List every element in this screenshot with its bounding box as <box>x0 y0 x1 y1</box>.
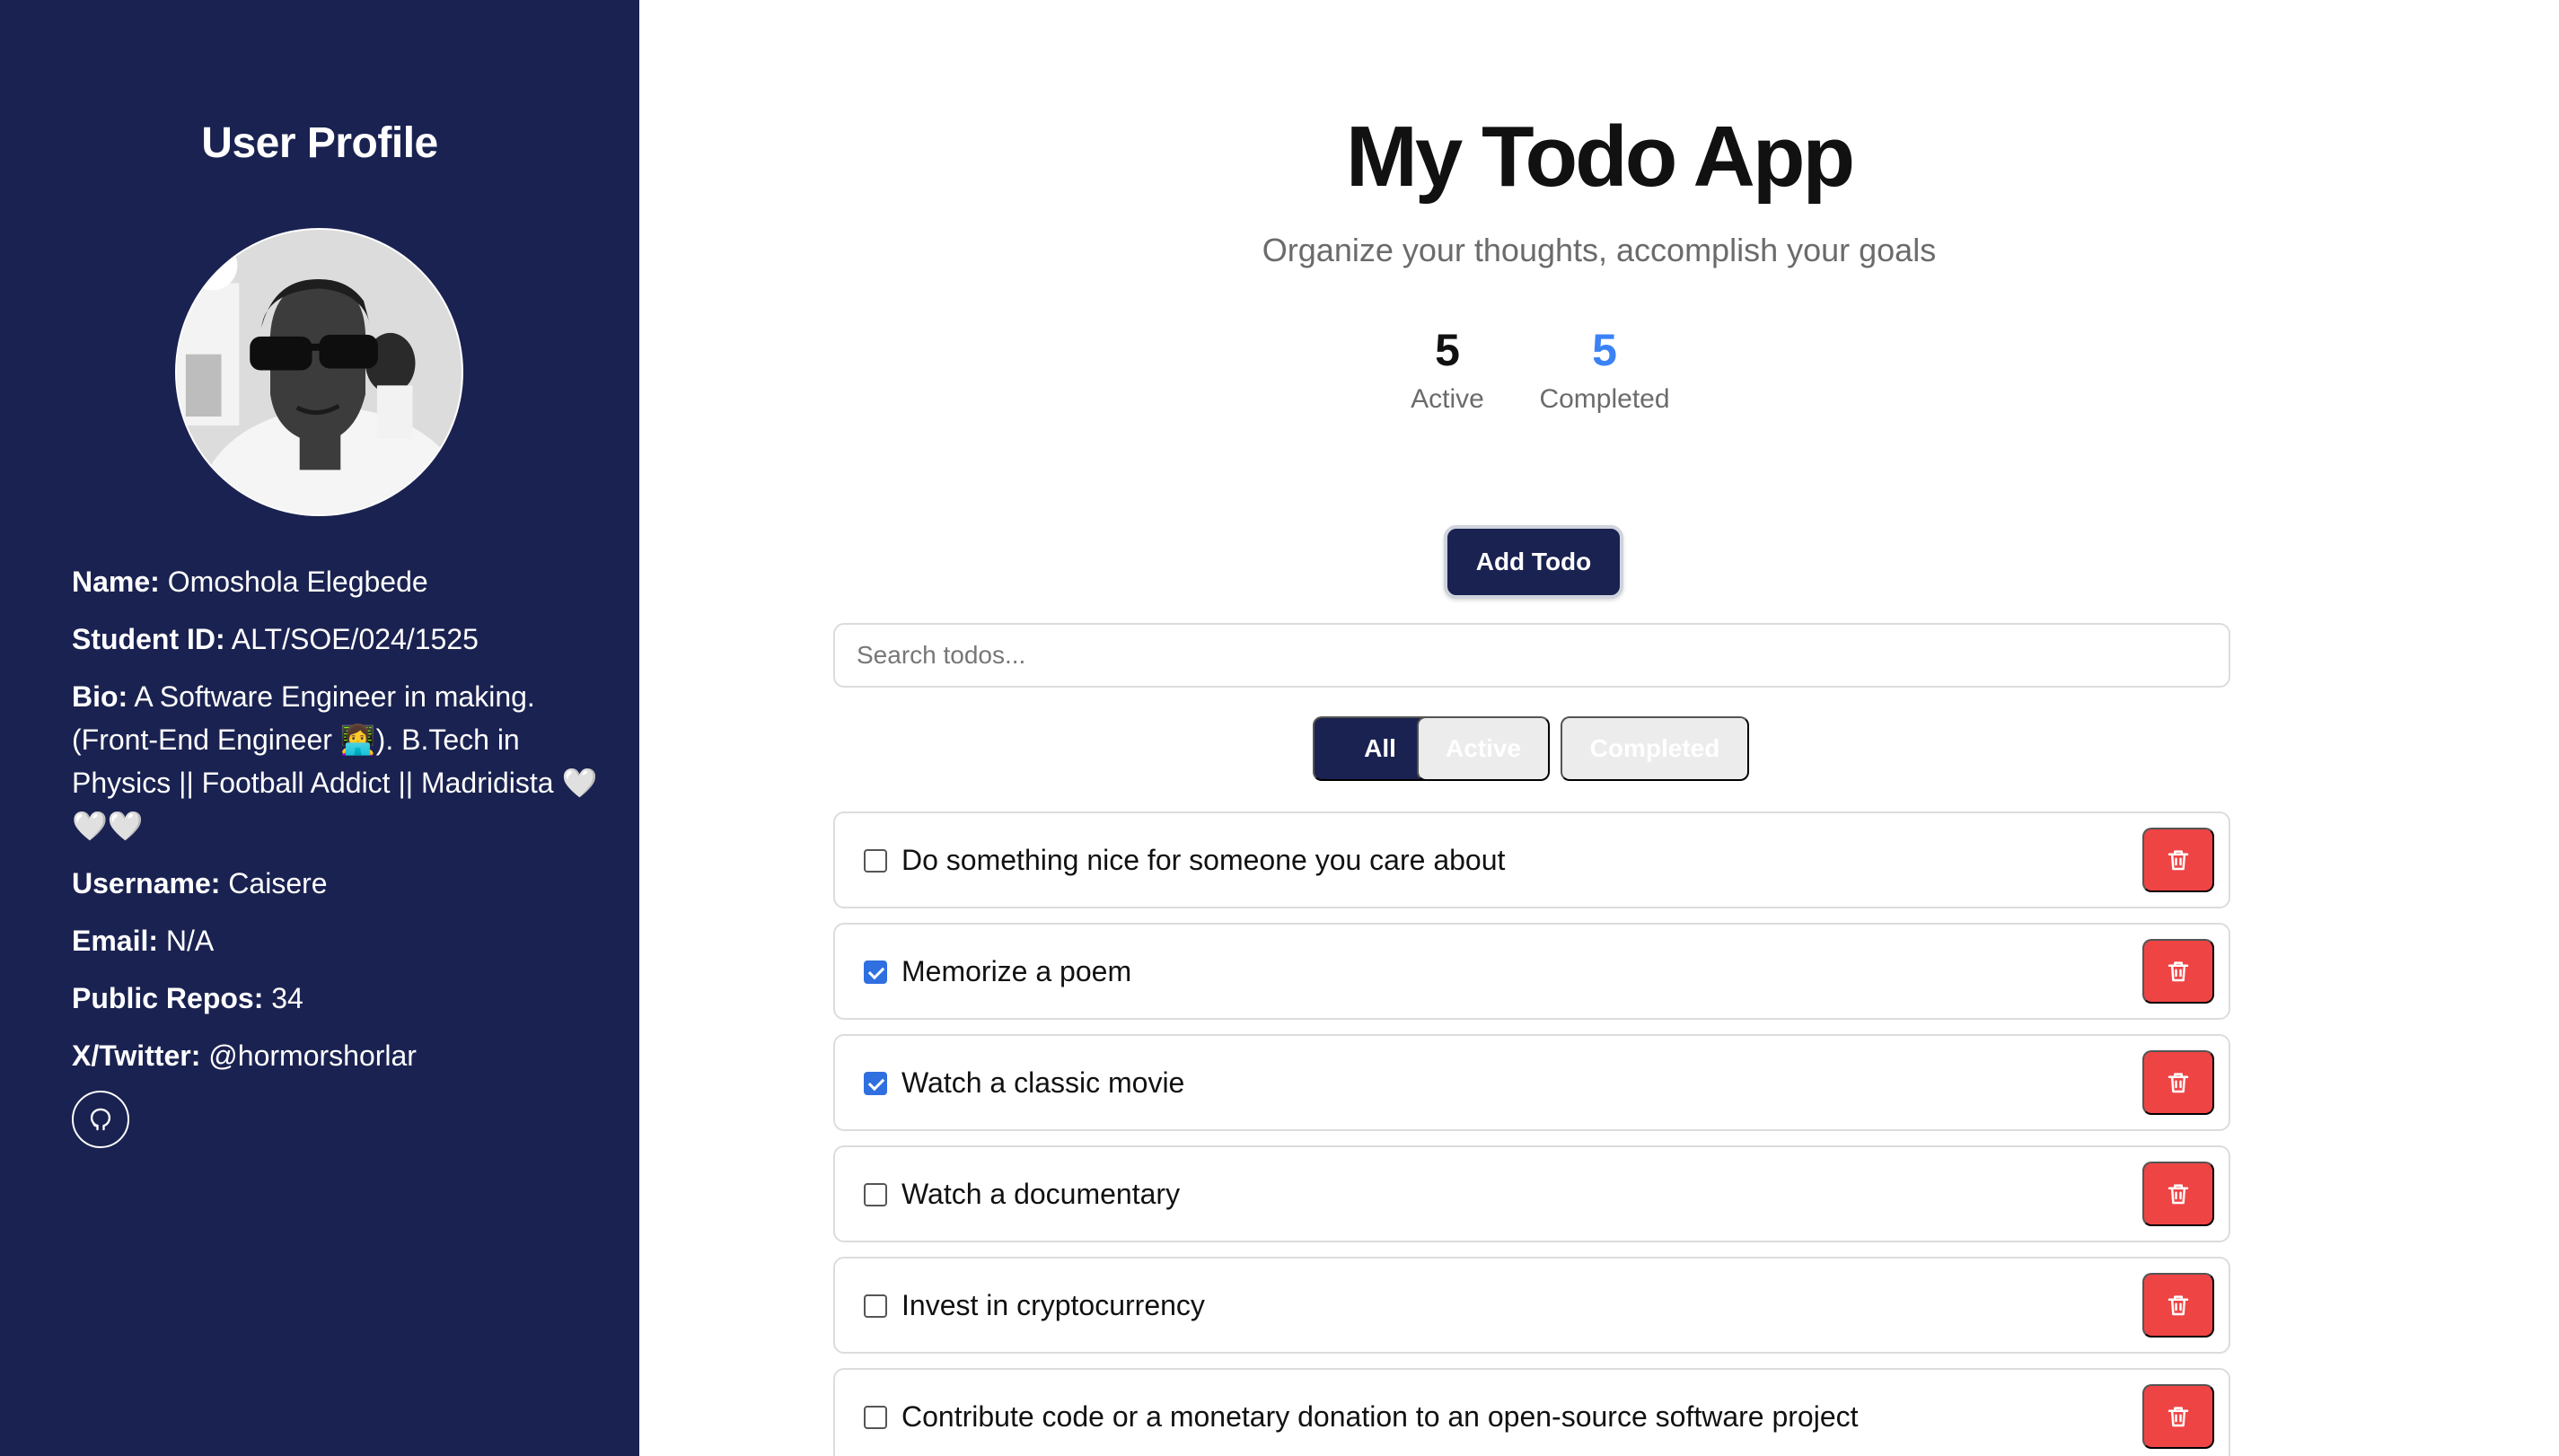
profile-username: Username: Caisere <box>72 862 611 905</box>
todo-list: Do something nice for someone you care a… <box>833 811 2230 1456</box>
page-title: My Todo App <box>1345 109 1855 205</box>
delete-todo-button[interactable] <box>2142 1384 2214 1449</box>
github-icon <box>90 1108 111 1131</box>
todo-checkbox[interactable] <box>864 1294 887 1318</box>
sidebar-title: User Profile <box>201 119 438 167</box>
completed-count: 5 <box>1592 325 1617 375</box>
trash-icon <box>2168 850 2189 871</box>
trash-icon <box>2168 1295 2189 1316</box>
profile-name-label: Name: <box>72 566 160 598</box>
trash-icon <box>2168 1407 2189 1427</box>
todo-item: Watch a documentary <box>833 1145 2230 1242</box>
todo-text: Invest in cryptocurrency <box>901 1289 1205 1321</box>
profile-twitter-value: @hormorshorlar <box>208 1039 417 1072</box>
delete-todo-button[interactable] <box>2142 1273 2214 1338</box>
search-input[interactable] <box>833 623 2230 688</box>
delete-todo-button[interactable] <box>2142 828 2214 892</box>
todo-checkbox[interactable] <box>864 960 887 984</box>
delete-todo-button[interactable] <box>2142 1050 2214 1115</box>
todo-text: Do something nice for someone you care a… <box>901 844 1506 876</box>
todo-item: Invest in cryptocurrency <box>833 1257 2230 1354</box>
profile-twitter: X/Twitter: @hormorshorlar <box>72 1034 611 1077</box>
todo-text: Contribute code or a monetary donation t… <box>901 1400 1859 1433</box>
active-count: 5 <box>1435 325 1460 375</box>
filter-active-button[interactable]: Active <box>1417 716 1550 781</box>
github-link-button[interactable] <box>72 1091 129 1148</box>
page-subtitle: Organize your thoughts, accomplish your … <box>1262 232 1937 268</box>
profile-bio-label: Bio: <box>72 680 128 713</box>
profile-student-id: Student ID: ALT/SOE/024/1525 <box>72 618 611 661</box>
todo-item: Watch a classic movie <box>833 1034 2230 1131</box>
avatar <box>175 228 463 516</box>
todo-checkbox[interactable] <box>864 1072 887 1095</box>
todo-item: Contribute code or a monetary donation t… <box>833 1368 2230 1456</box>
completed-label: Completed <box>1539 384 1670 414</box>
avatar-image <box>177 230 462 514</box>
todo-checkbox[interactable] <box>864 1183 887 1206</box>
delete-todo-button[interactable] <box>2142 939 2214 1004</box>
profile-student-id-value: ALT/SOE/024/1525 <box>231 623 479 655</box>
add-todo-button[interactable]: Add Todo <box>1444 525 1623 599</box>
todo-checkbox[interactable] <box>864 1406 887 1429</box>
trash-icon <box>2168 961 2189 982</box>
todo-text: Memorize a poem <box>901 955 1132 987</box>
profile-email: Email: N/A <box>72 919 611 962</box>
delete-todo-button[interactable] <box>2142 1162 2214 1226</box>
profile-bio: Bio: A Software Engineer in making. (Fro… <box>72 675 611 847</box>
todo-item: Do something nice for someone you care a… <box>833 811 2230 908</box>
todo-text: Watch a documentary <box>901 1178 1181 1210</box>
profile-public-repos-label: Public Repos: <box>72 982 264 1014</box>
trash-icon <box>2168 1073 2189 1093</box>
profile-sidebar: User Profile Name: Omoshola Elegbede Stu… <box>0 0 639 1456</box>
profile-public-repos: Public Repos: 34 <box>72 977 611 1020</box>
profile-username-label: Username: <box>72 867 221 899</box>
active-label: Active <box>1411 384 1484 414</box>
profile-student-id-label: Student ID: <box>72 623 225 655</box>
main-content: My Todo App Organize your thoughts, acco… <box>639 0 2559 1456</box>
profile-email-value: N/A <box>165 925 215 957</box>
profile-twitter-label: X/Twitter: <box>72 1039 201 1072</box>
active-stat: 5 Active <box>1389 323 1506 415</box>
trash-icon <box>2168 1184 2189 1205</box>
profile-username-value: Caisere <box>228 867 328 899</box>
profile-bio-value: A Software Engineer in making. (Front-En… <box>72 680 598 842</box>
todo-item: Memorize a poem <box>833 923 2230 1020</box>
todo-text: Watch a classic movie <box>901 1066 1185 1099</box>
profile-name-value: Omoshola Elegbede <box>167 566 428 598</box>
completed-stat: 5 Completed <box>1524 323 1685 415</box>
filter-completed-button[interactable]: Completed <box>1561 716 1749 781</box>
profile-email-label: Email: <box>72 925 159 957</box>
profile-public-repos-value: 34 <box>271 982 303 1014</box>
profile-info: Name: Omoshola Elegbede Student ID: ALT/… <box>72 560 611 1092</box>
profile-name: Name: Omoshola Elegbede <box>72 560 611 603</box>
todo-checkbox[interactable] <box>864 849 887 873</box>
